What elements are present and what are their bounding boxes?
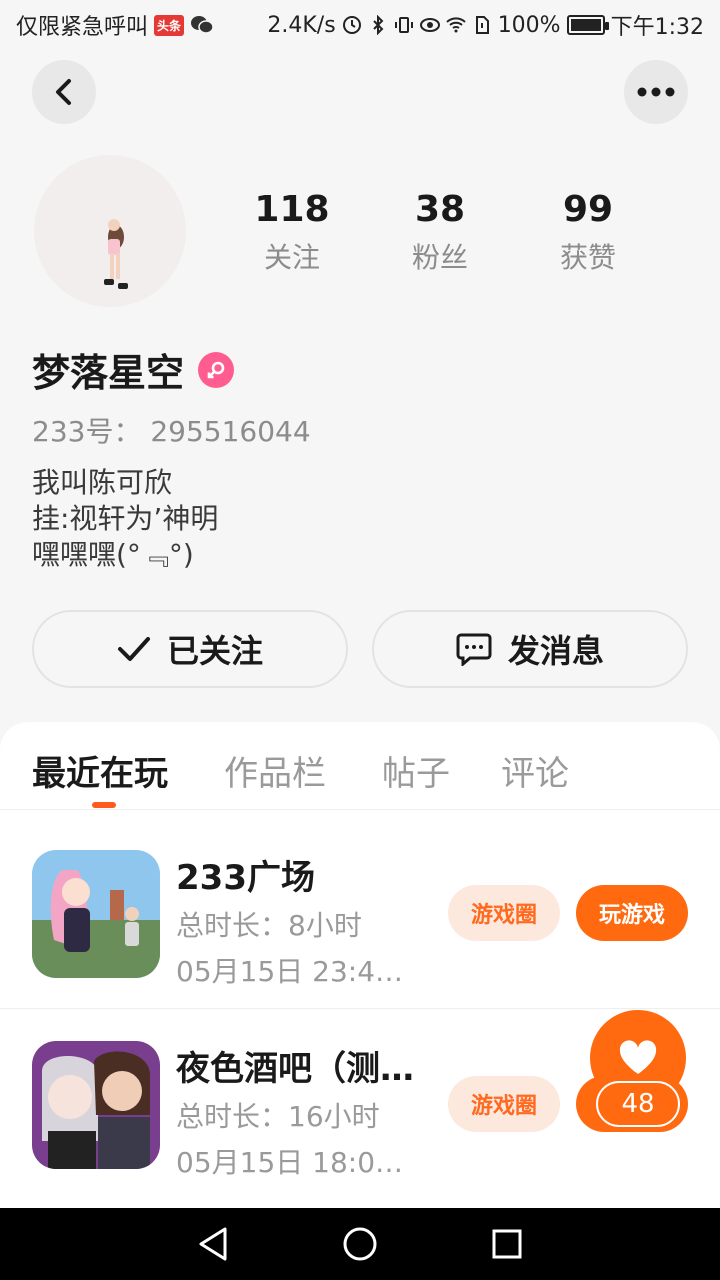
game-row[interactable]: 233广场 总时长：8小时 05月15日 23:42… 游戏圈 玩游戏 [0, 810, 720, 1000]
battery-icon [566, 15, 609, 35]
game-thumbnail[interactable] [32, 1041, 160, 1169]
send-message-button[interactable]: 发消息 [372, 610, 688, 688]
tab-bar: 最近在玩 作品栏 帖子 评论 [0, 722, 720, 810]
eye-icon [419, 18, 440, 32]
tab-comments[interactable]: 评论 [501, 746, 569, 795]
game-last-played: 05月15日 23:42… [176, 955, 416, 988]
stat-value: 118 [254, 189, 330, 230]
stat-value: 38 [414, 189, 466, 230]
nav-home-icon[interactable] [342, 1226, 378, 1262]
carrier-text: 仅限紧急呼叫 [16, 15, 149, 40]
sim-icon [475, 16, 489, 34]
avatar[interactable] [34, 155, 186, 307]
stat-label: 关注 [263, 241, 320, 274]
like-count: 48 [596, 1081, 680, 1127]
game-duration: 总时长：16小时 [176, 1100, 380, 1133]
stat-likes[interactable]: 99 获赞 [528, 188, 648, 276]
content-panel: 最近在玩 作品栏 帖子 评论 233广场 总时长：8小时 05月15日 23:4… [0, 722, 720, 1208]
tab-indicator [92, 802, 116, 808]
stat-label: 获赞 [559, 241, 616, 274]
send-message-label: 发消息 [507, 632, 604, 670]
status-bar: 仅限紧急呼叫 头条 2.4K/s 100% 下午1:32 [0, 0, 720, 50]
heart-icon [619, 1040, 657, 1074]
wifi-icon [445, 17, 466, 33]
play-game-button[interactable]: 玩游戏 [576, 885, 688, 941]
game-circle-button[interactable]: 游戏圈 [448, 1076, 560, 1132]
nav-recents-icon[interactable] [491, 1228, 523, 1260]
game-thumbnail[interactable] [32, 850, 160, 978]
stat-label: 粉丝 [411, 241, 468, 274]
game-circle-button[interactable]: 游戏圈 [448, 885, 560, 941]
followed-label: 已关注 [166, 632, 263, 670]
wechat-icon [191, 16, 214, 34]
vibrate-icon [394, 17, 413, 33]
network-speed: 2.4K/s [267, 12, 336, 38]
nav-back-icon[interactable] [197, 1226, 229, 1262]
bio-line: 挂:视轩为’神明 [32, 502, 219, 535]
alarm-icon [342, 16, 361, 34]
tab-recently-played[interactable]: 最近在玩 [32, 746, 168, 795]
bio: 我叫陈可欣 挂:视轩为’神明 嘿嘿嘿(°﹃°) [32, 465, 218, 573]
female-gender-icon [198, 351, 235, 388]
game-duration: 总时长：8小时 [176, 909, 362, 942]
system-nav-bar [0, 1208, 720, 1280]
bluetooth-icon [372, 15, 384, 35]
clock: 下午1:32 [610, 15, 704, 40]
more-icon [637, 87, 675, 97]
stat-fans[interactable]: 38 粉丝 [380, 188, 500, 276]
username: 梦落星空 [32, 351, 185, 395]
news-badge: 头条 [154, 14, 185, 36]
username-row: 梦落星空 [32, 342, 235, 397]
game-title: 233广场 [176, 858, 315, 898]
stat-value: 99 [562, 189, 614, 230]
back-icon [56, 79, 71, 105]
bio-line: 嘿嘿嘿(°﹃°) [32, 538, 194, 571]
game-last-played: 05月15日 18:01… [176, 1146, 416, 1179]
followed-button[interactable]: 已关注 [32, 610, 348, 688]
stat-following[interactable]: 118 关注 [232, 188, 352, 276]
more-button[interactable] [624, 60, 688, 124]
battery-percent: 100% [497, 12, 561, 38]
back-button[interactable] [32, 60, 96, 124]
tab-posts[interactable]: 帖子 [382, 746, 450, 795]
avatar-figure [34, 155, 186, 307]
game-title: 夜色酒吧（测… [176, 1049, 414, 1089]
tab-works[interactable]: 作品栏 [224, 746, 326, 795]
user-id: 233号： 295516044 [32, 415, 311, 448]
check-icon [117, 637, 150, 661]
bio-line: 我叫陈可欣 [32, 466, 173, 499]
chat-bubble-icon [456, 633, 492, 666]
